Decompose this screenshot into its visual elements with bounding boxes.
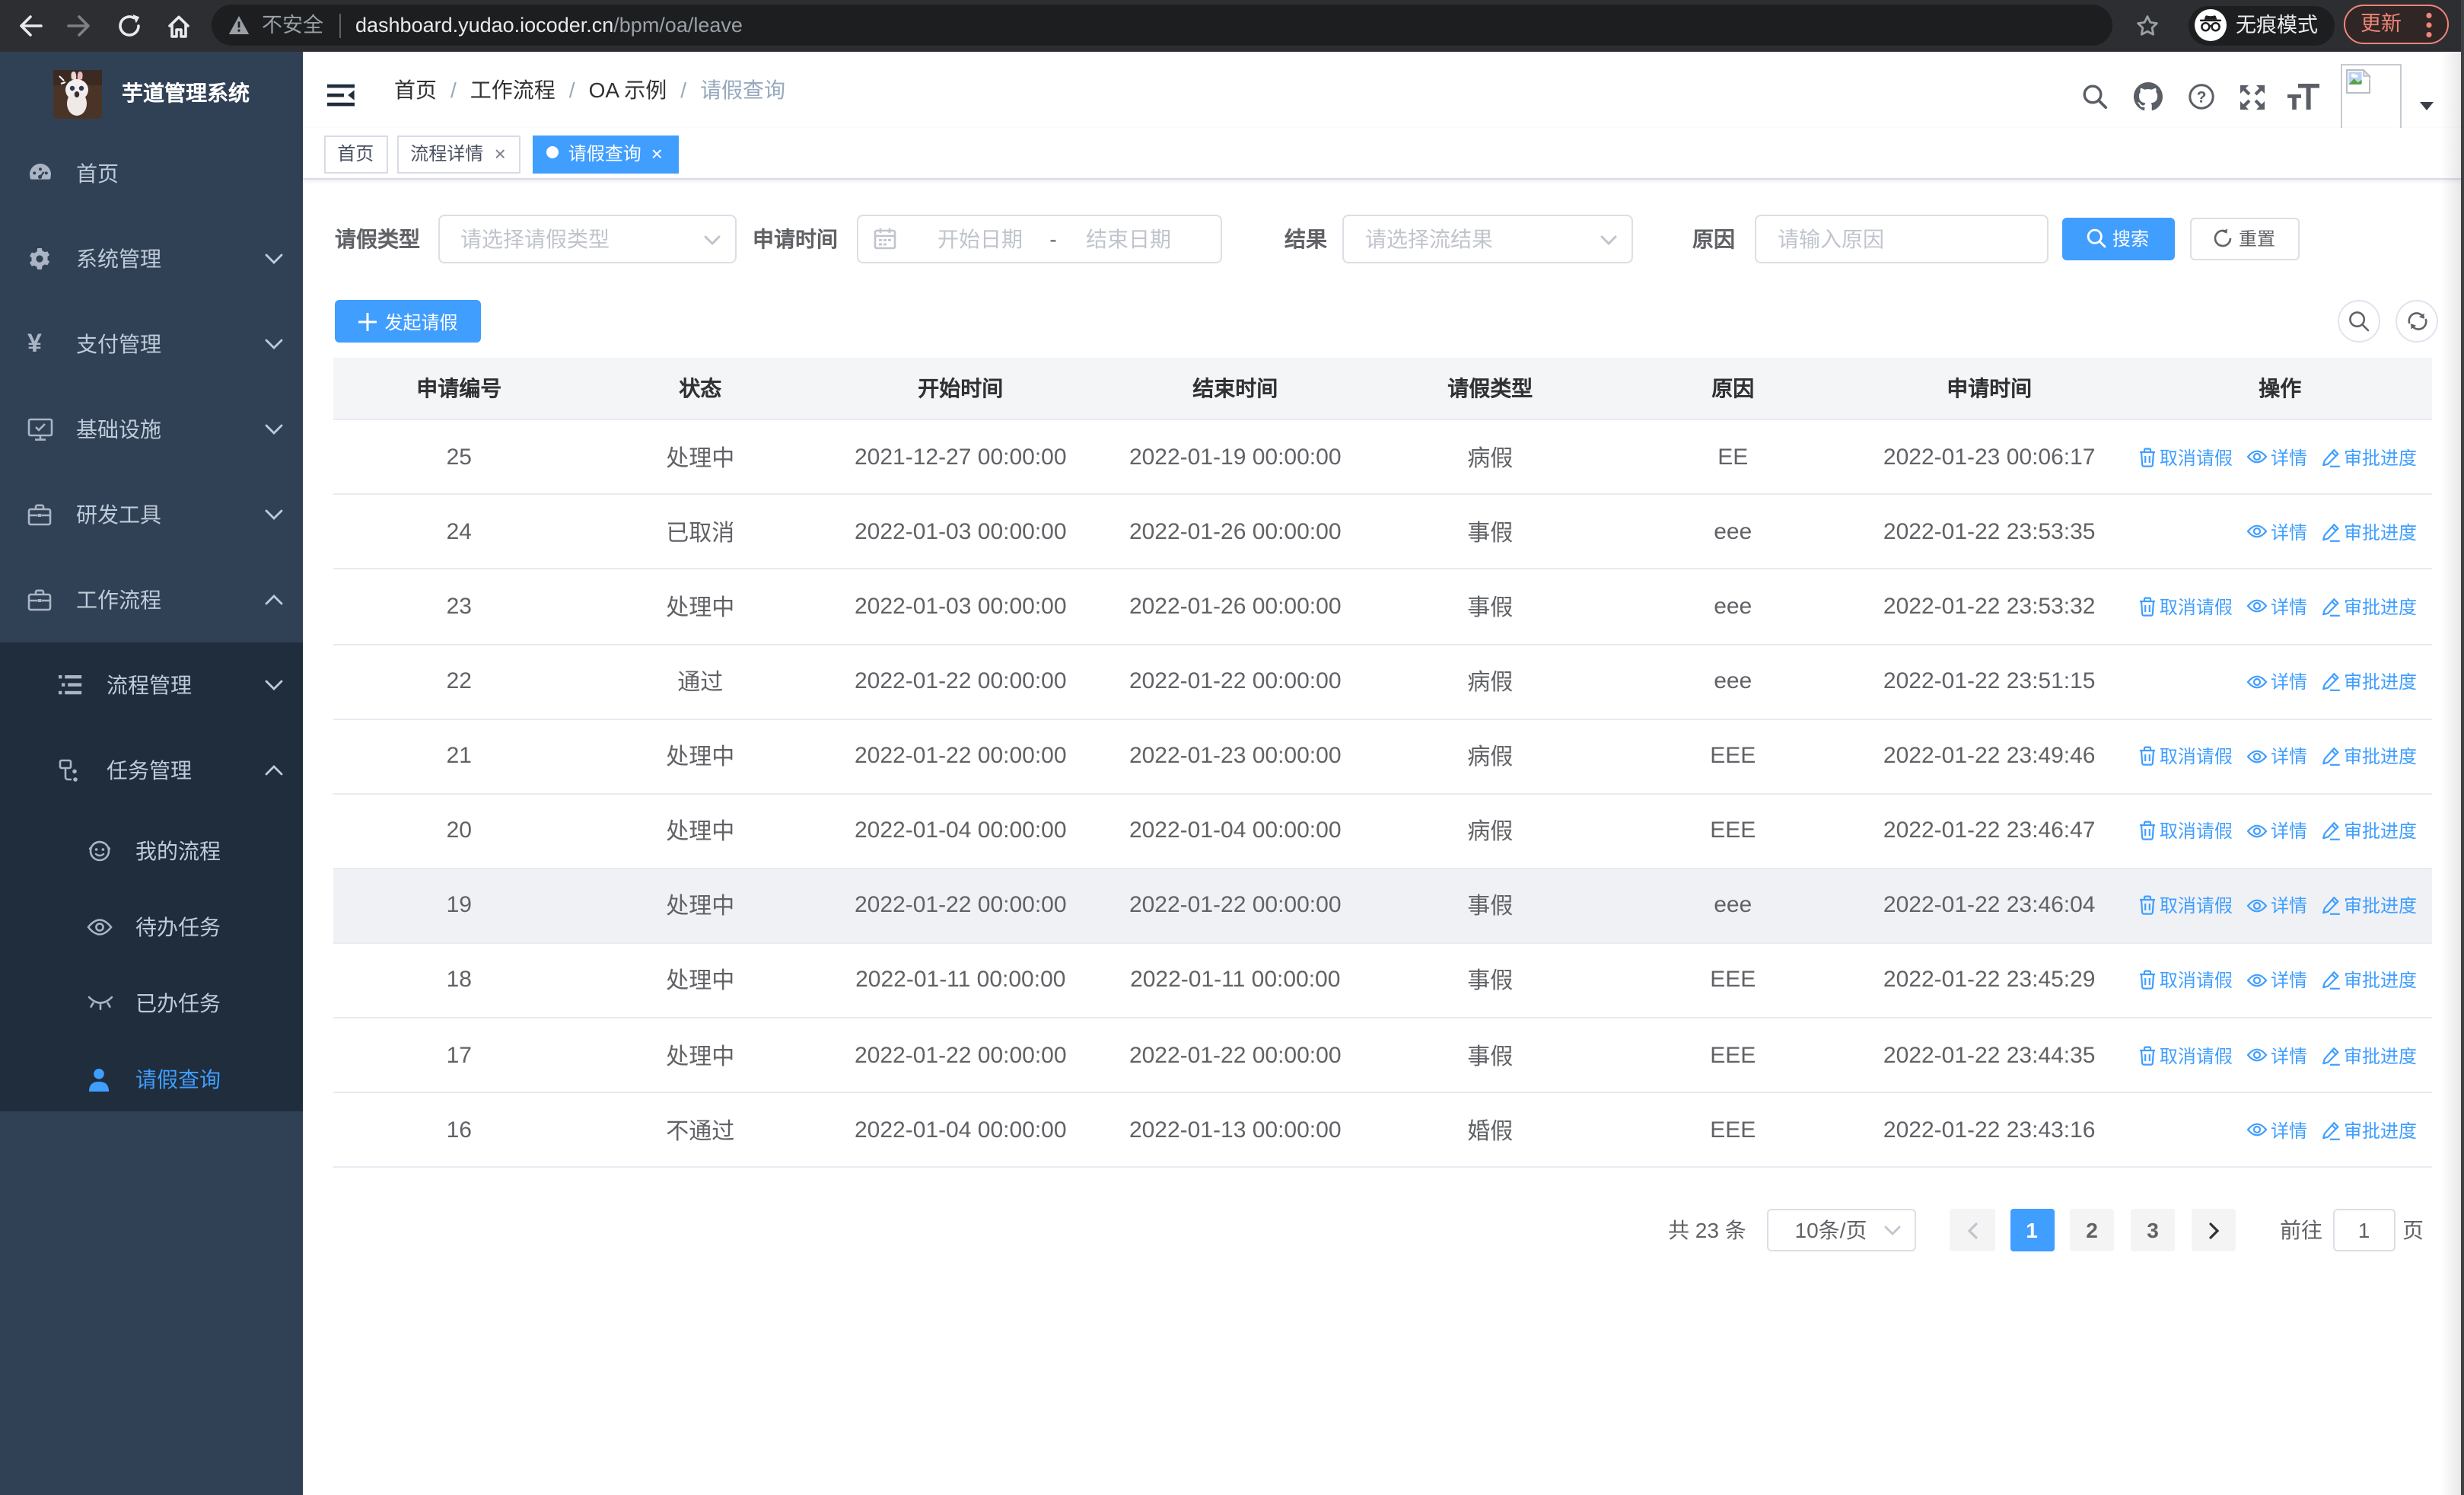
svg-text:?: ? <box>2196 88 2206 106</box>
